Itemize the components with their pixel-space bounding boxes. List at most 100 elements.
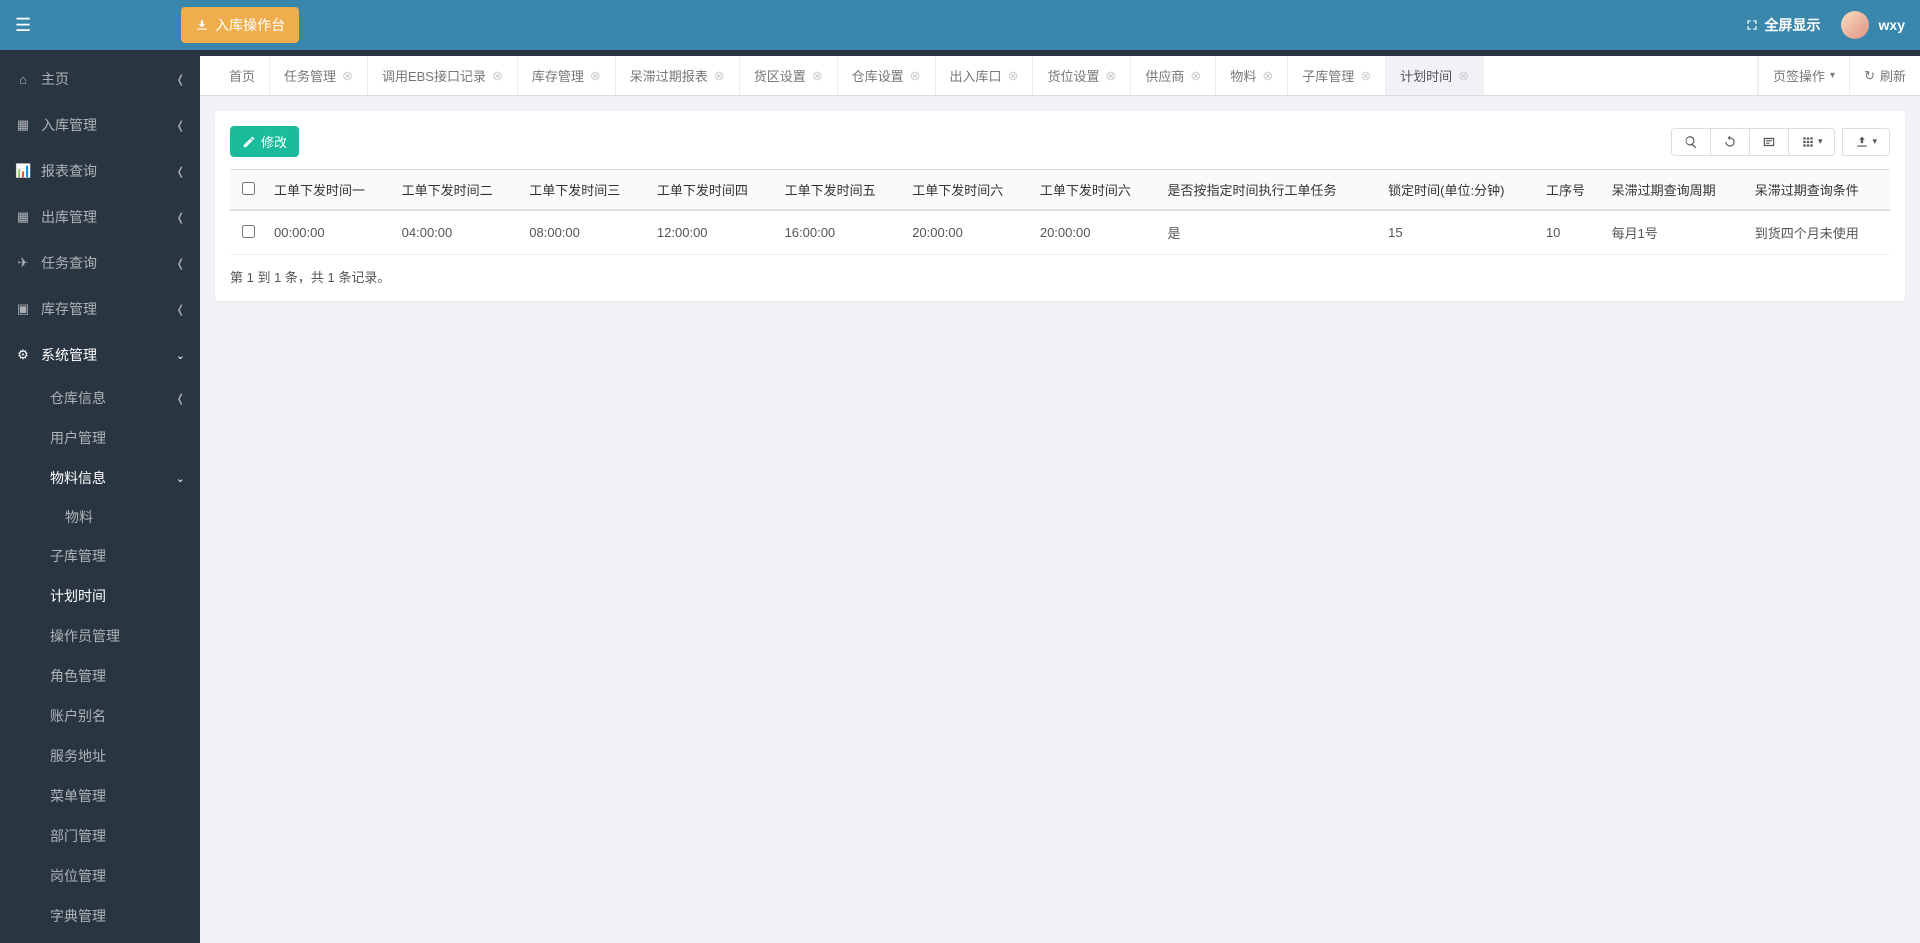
reload-icon (1723, 135, 1737, 149)
gear-icon: ⚙ (15, 347, 31, 363)
tab-12[interactable]: 计划时间⊗ (1386, 56, 1484, 95)
tab-5[interactable]: 货区设置⊗ (740, 56, 838, 95)
close-icon[interactable]: ⊗ (1105, 68, 1116, 84)
close-icon[interactable]: ⊗ (910, 68, 921, 84)
close-icon[interactable]: ⊗ (1262, 68, 1273, 84)
close-icon[interactable]: ⊗ (492, 68, 503, 84)
sidebar-sub-account-alias[interactable]: 账户别名 (0, 696, 200, 736)
sidebar-item-inbound[interactable]: ▦入库管理 ❬ (0, 102, 200, 148)
export-icon (1855, 135, 1869, 149)
menu-toggle-icon[interactable]: ☰ (15, 15, 31, 36)
sidebar-item-task[interactable]: ✈任务查询 ❬ (0, 240, 200, 286)
column-header[interactable]: 工单下发时间五 (777, 170, 905, 211)
column-header[interactable]: 是否按指定时间执行工单任务 (1159, 170, 1380, 211)
edit-button[interactable]: 修改 (230, 126, 299, 157)
sidebar-label-report: 报表查询 (41, 161, 97, 181)
sidebar-item-report[interactable]: 📊报表查询 ❬ (0, 148, 200, 194)
close-icon[interactable]: ⊗ (1190, 68, 1201, 84)
cell: 是 (1159, 210, 1380, 255)
sidebar-label-inbound: 入库管理 (41, 115, 97, 135)
column-header[interactable]: 工单下发时间四 (649, 170, 777, 211)
tab-label: 任务管理 (284, 66, 336, 85)
column-header[interactable]: 工单下发时间二 (394, 170, 522, 211)
tab-label: 供应商 (1145, 66, 1184, 85)
refresh-button[interactable]: ↻刷新 (1849, 56, 1920, 95)
cell: 到货四个月未使用 (1747, 210, 1890, 255)
column-header[interactable]: 工序号 (1538, 170, 1604, 211)
export-tool-button[interactable]: ▾ (1842, 128, 1890, 156)
sidebar-sub-dict-mgmt[interactable]: 字典管理 (0, 896, 200, 936)
sidebar-sub-position-mgmt[interactable]: 岗位管理 (0, 856, 200, 896)
table-row[interactable]: 00:00:0004:00:0008:00:0012:00:0016:00:00… (230, 210, 1890, 255)
tab-10[interactable]: 物料 ⊗ (1216, 56, 1288, 95)
tab-7[interactable]: 出入库口 ⊗ (936, 56, 1034, 95)
cell: 12:00:00 (649, 210, 777, 255)
close-icon[interactable]: ⊗ (714, 68, 725, 84)
tab-label: 出入库口 (950, 66, 1002, 85)
cell: 15 (1380, 210, 1538, 255)
tab-3[interactable]: 库存管理 ⊗ (518, 56, 616, 95)
refresh-icon: ↻ (1864, 68, 1875, 84)
tab-0[interactable]: 首页 (215, 56, 270, 95)
sidebar-sub-warehouse-info[interactable]: 仓库信息❬ (0, 378, 200, 418)
detail-tool-button[interactable] (1749, 128, 1789, 156)
close-icon[interactable]: ⊗ (342, 68, 353, 84)
reload-tool-button[interactable] (1710, 128, 1750, 156)
tab-label: 库存管理 (532, 66, 584, 85)
close-icon[interactable]: ⊗ (1458, 68, 1469, 84)
chevron-left-icon: ❬ (176, 165, 185, 178)
chevron-left-icon: ❬ (176, 257, 185, 270)
fullscreen-icon (1745, 18, 1759, 32)
main-panel: 修改 ▾ ▾ 工单下发时间 (215, 111, 1905, 301)
pagination-info: 第 1 到 1 条，共 1 条记录。 (230, 267, 1890, 286)
close-icon[interactable]: ⊗ (1360, 68, 1371, 84)
tab-label: 物料 (1230, 66, 1256, 85)
tab-11[interactable]: 子库管理⊗ (1288, 56, 1386, 95)
row-checkbox[interactable] (242, 225, 255, 238)
chevron-left-icon: ❬ (176, 392, 185, 405)
sidebar-sub-dept-mgmt[interactable]: 部门管理 (0, 816, 200, 856)
topbar: ☰ 入库操作台 全屏显示 wxy (0, 0, 1920, 50)
sidebar-item-stock[interactable]: ▣库存管理 ❬ (0, 286, 200, 332)
column-header[interactable]: 工单下发时间六 (1032, 170, 1160, 211)
tab-ops-button[interactable]: 页签操作▾ (1758, 56, 1849, 95)
tab-2[interactable]: 调用EBS接口记录 ⊗ (368, 56, 518, 95)
column-header[interactable]: 锁定时间(单位:分钟) (1380, 170, 1538, 211)
sidebar-sub-operator[interactable]: 操作员管理 (0, 616, 200, 656)
tab-label: 呆滞过期报表 (630, 66, 708, 85)
sidebar-sub-subwarehouse[interactable]: 子库管理 (0, 536, 200, 576)
column-header[interactable]: 工单下发时间三 (521, 170, 649, 211)
select-all-checkbox[interactable] (242, 182, 255, 195)
sidebar-item-system[interactable]: ⚙系统管理 ⌄ (0, 332, 200, 378)
column-header[interactable]: 呆滞过期查询条件 (1747, 170, 1890, 211)
tab-6[interactable]: 仓库设置⊗ (838, 56, 936, 95)
sidebar-sub-material-info[interactable]: 物料信息⌄ (0, 458, 200, 498)
user-menu[interactable]: wxy (1841, 11, 1905, 39)
search-tool-button[interactable] (1671, 128, 1711, 156)
sidebar-sub-role[interactable]: 角色管理 (0, 656, 200, 696)
columns-tool-button[interactable]: ▾ (1788, 128, 1836, 156)
chevron-left-icon: ❬ (176, 303, 185, 316)
column-header[interactable]: 工单下发时间六 (904, 170, 1032, 211)
cell: 04:00:00 (394, 210, 522, 255)
sidebar-sub-menu-mgmt[interactable]: 菜单管理 (0, 776, 200, 816)
tab-9[interactable]: 供应商 ⊗ (1131, 56, 1216, 95)
tab-4[interactable]: 呆滞过期报表 ⊗ (616, 56, 740, 95)
close-icon[interactable]: ⊗ (812, 68, 823, 84)
sidebar-sub-user-mgmt[interactable]: 用户管理 (0, 418, 200, 458)
close-icon[interactable]: ⊗ (590, 68, 601, 84)
sidebar-subsub-material[interactable]: 物料 (0, 498, 200, 536)
column-header[interactable]: 呆滞过期查询周期 (1604, 170, 1747, 211)
fullscreen-button[interactable]: 全屏显示 (1745, 15, 1821, 35)
column-header[interactable]: 工单下发时间一 (266, 170, 394, 211)
close-icon[interactable]: ⊗ (1008, 68, 1019, 84)
sidebar-sub-schedule[interactable]: 计划时间 (0, 576, 200, 616)
tab-1[interactable]: 任务管理 ⊗ (270, 56, 368, 95)
tab-label: 调用EBS接口记录 (382, 66, 486, 85)
inbound-console-button[interactable]: 入库操作台 (181, 7, 299, 43)
sidebar-item-home[interactable]: ⌂主页 ❬ (0, 56, 200, 102)
tab-8[interactable]: 货位设置⊗ (1033, 56, 1131, 95)
cell: 00:00:00 (266, 210, 394, 255)
sidebar-item-outbound[interactable]: ▦出库管理 ❬ (0, 194, 200, 240)
sidebar-sub-service-addr[interactable]: 服务地址 (0, 736, 200, 776)
